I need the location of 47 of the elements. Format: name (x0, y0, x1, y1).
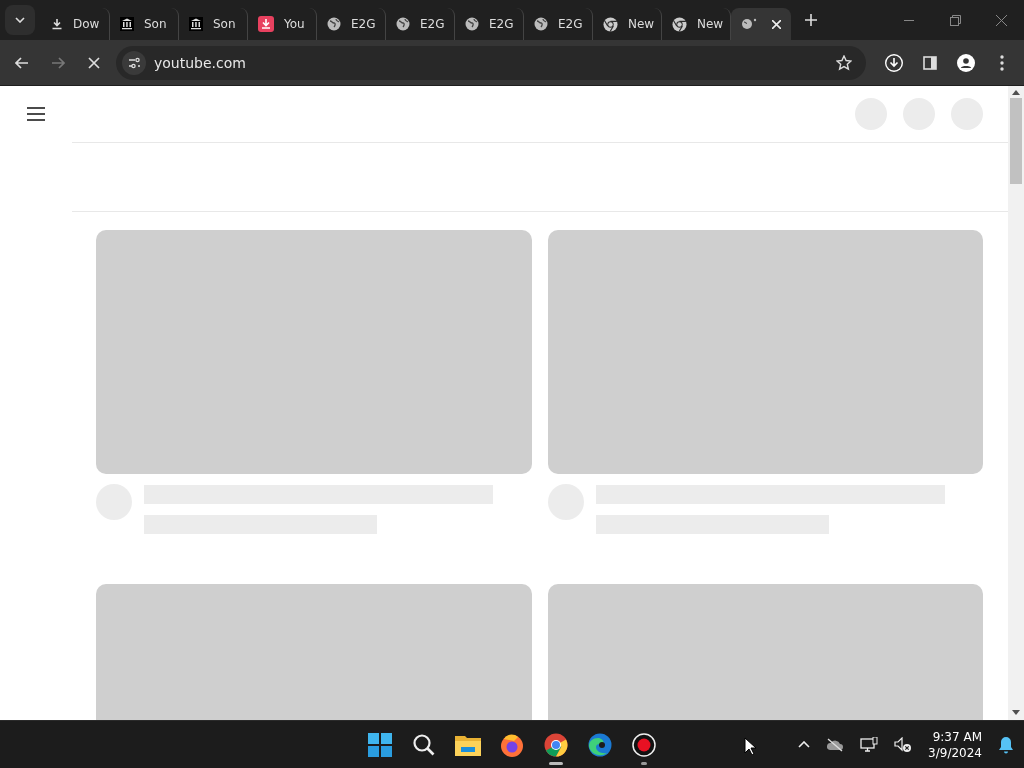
globe-icon (465, 17, 479, 31)
search-icon (412, 732, 436, 757)
globe-icon (327, 17, 341, 31)
browser-tab[interactable] (731, 8, 791, 40)
mouse-cursor-icon (744, 737, 756, 755)
forward-icon[interactable] (51, 56, 65, 69)
restore-icon[interactable] (949, 14, 961, 26)
close-icon[interactable] (995, 14, 1007, 26)
network-icon[interactable] (860, 736, 879, 753)
record-icon (632, 732, 656, 757)
bell-icon[interactable] (998, 735, 1014, 754)
speaker-muted-icon[interactable] (894, 736, 913, 753)
chevron-up-icon[interactable] (798, 741, 811, 748)
bank-icon (189, 17, 203, 31)
menu-icon[interactable] (27, 107, 45, 121)
clock-date[interactable]: 3/9/2024 (928, 744, 982, 761)
loading-icon (741, 17, 757, 31)
clock-time[interactable]: 9:37 AM (932, 728, 982, 745)
scroll-up-icon[interactable] (1012, 90, 1020, 96)
windows-icon (368, 732, 392, 757)
chrome-icon (672, 16, 687, 32)
back-icon[interactable] (15, 56, 29, 69)
chevron-down-icon (15, 17, 25, 23)
address-bar[interactable]: youtube.com (116, 45, 866, 80)
chrome-icon (603, 16, 618, 32)
download-icon[interactable] (884, 52, 904, 73)
tab-search-button[interactable] (5, 5, 35, 35)
close-tab-icon[interactable] (772, 19, 781, 29)
side-panel-icon[interactable] (923, 55, 937, 70)
site-settings-icon[interactable] (122, 50, 146, 75)
download-icon (258, 16, 274, 32)
minimize-icon[interactable] (904, 19, 914, 21)
star-icon[interactable] (836, 54, 852, 71)
stop-icon[interactable] (88, 56, 100, 69)
bank-icon (120, 17, 134, 31)
folder-icon (455, 733, 481, 756)
chrome-icon (544, 732, 568, 757)
scrollbar-thumb[interactable] (1010, 98, 1022, 184)
edge-icon (588, 732, 612, 757)
download-icon (51, 18, 63, 30)
cloud-off-icon[interactable] (826, 737, 845, 752)
scroll-down-icon[interactable] (1012, 710, 1020, 716)
menu-icon[interactable] (1000, 54, 1004, 71)
globe-icon (534, 17, 548, 31)
globe-icon (396, 17, 410, 31)
firefox-icon (500, 732, 524, 757)
profile-icon[interactable] (957, 53, 975, 72)
